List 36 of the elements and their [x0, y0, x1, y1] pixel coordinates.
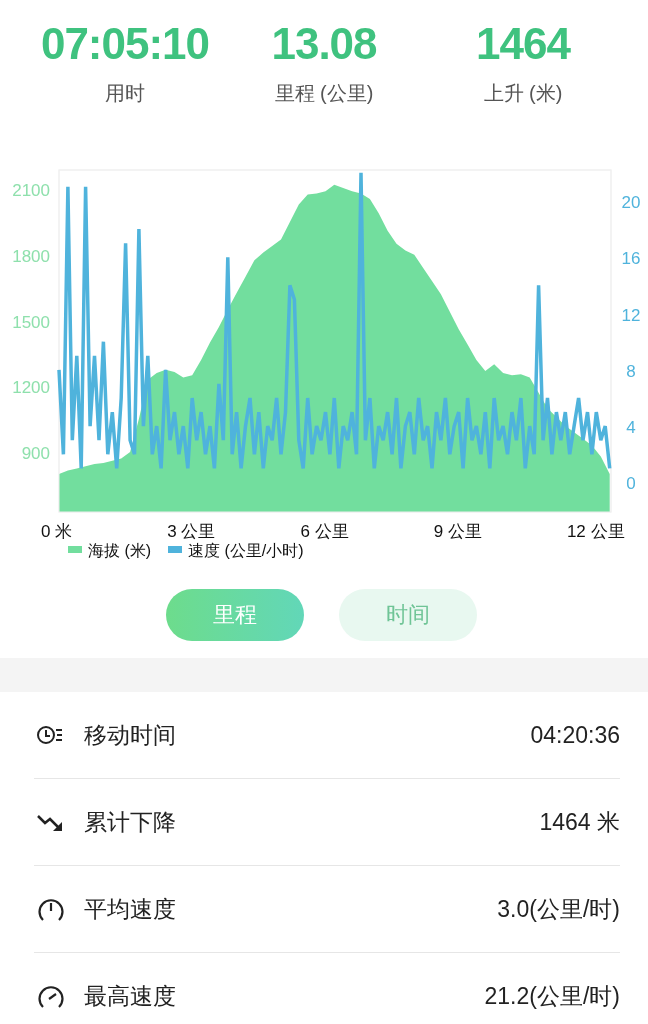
mode-tab[interactable]: 时间: [338, 589, 477, 641]
summary-label: 上升 (米): [483, 81, 563, 106]
stat-value: 1464 米: [539, 807, 620, 837]
summary-value: 07:05:10: [40, 18, 210, 70]
axis-tick-label: 12: [621, 305, 641, 325]
axis-tick-label: 900: [21, 443, 50, 463]
axis-tick-label: 12 公里: [566, 522, 625, 541]
axis-tick-label: 0 米: [41, 522, 73, 541]
legend-label: 速度 (公里/小时): [188, 542, 304, 559]
stat-label: 累计下降: [84, 807, 177, 837]
stat-value: 3.0(公里/时): [497, 894, 620, 924]
axis-tick-label: 20: [621, 192, 641, 212]
summary-value: 1464: [476, 18, 570, 70]
legend-label: 海拔 (米): [88, 542, 152, 559]
summary-label: 用时: [105, 81, 145, 106]
axis-tick-label: 1200: [12, 378, 50, 398]
stat-label: 移动时间: [84, 720, 177, 750]
stat-label: 平均速度: [84, 894, 177, 924]
axis-tick-label: 0: [626, 474, 636, 494]
legend-swatch: [68, 546, 82, 553]
axis-tick-label: 16: [621, 249, 641, 269]
axis-tick-label: 3 公里: [167, 522, 216, 541]
summary-value: 13.08: [271, 18, 377, 70]
axis-tick-label: 2100: [12, 181, 50, 201]
mode-tab[interactable]: 里程: [165, 589, 304, 641]
axis-tick-label: 6 公里: [300, 522, 349, 541]
summary-label: 里程 (公里): [274, 81, 374, 106]
stat-label: 最高速度: [84, 981, 177, 1011]
axis-tick-label: 1500: [12, 312, 50, 332]
stat-value: 04:20:36: [530, 721, 620, 749]
axis-tick-label: 9 公里: [433, 522, 482, 541]
axis-tick-label: 1800: [12, 246, 50, 266]
stat-value: 21.2(公里/时): [484, 981, 620, 1011]
axis-tick-label: 4: [626, 418, 636, 438]
axis-tick-label: 8: [626, 361, 636, 381]
legend-swatch: [168, 546, 182, 553]
